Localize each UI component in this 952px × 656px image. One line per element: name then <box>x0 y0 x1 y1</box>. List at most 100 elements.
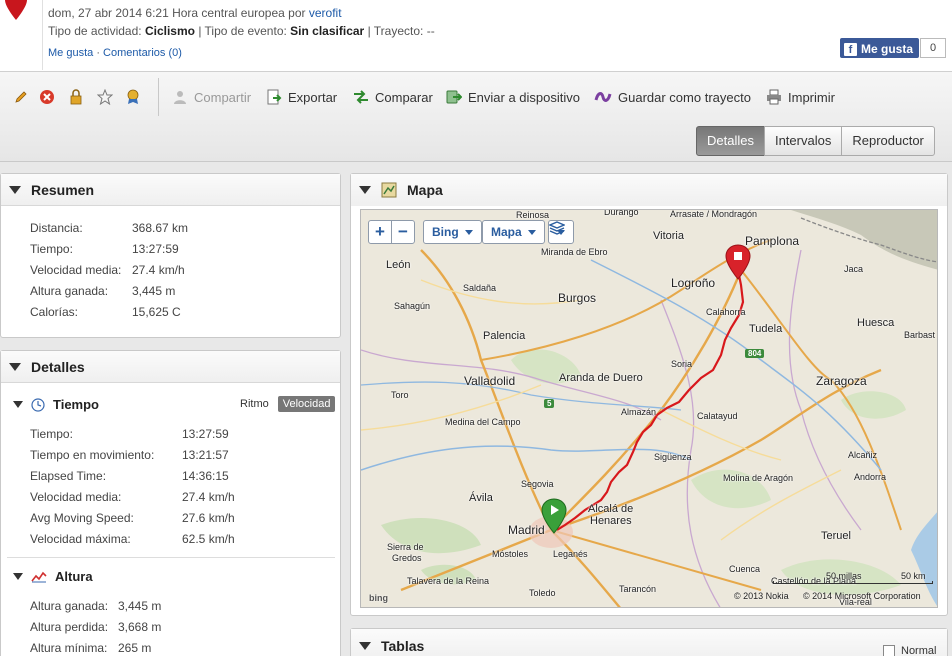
user-link[interactable]: verofit <box>309 6 342 20</box>
summary-label: Altura ganada: <box>30 284 109 298</box>
elevation-label: Altura mínima: <box>30 641 108 655</box>
activity-date: dom, 27 abr 2014 6:21 Hora central europ… <box>48 6 306 20</box>
delete-icon[interactable] <box>38 88 56 106</box>
details-header[interactable]: Detalles <box>1 351 340 383</box>
clock-icon <box>31 397 45 412</box>
summary-label: Calorías: <box>30 305 79 319</box>
summary-value: 368.67 km <box>132 221 189 235</box>
zoom-in-button[interactable]: + <box>369 221 391 243</box>
city-label: León <box>386 259 411 271</box>
elevation-section-title: Altura <box>55 569 93 584</box>
collapse-triangle-icon <box>13 573 23 580</box>
route-label: | Trayecto: -- <box>367 24 435 38</box>
city-label: Medina del Campo <box>445 417 521 427</box>
badge-icon[interactable] <box>124 88 142 106</box>
export-label: Exportar <box>288 89 338 105</box>
activity-date-line: dom, 27 abr 2014 6:21 Hora central europ… <box>48 6 342 20</box>
send-device-icon <box>446 90 462 104</box>
details-panel: Detalles Tiempo Ritmo Velocidad Tiempo: … <box>0 350 341 656</box>
time-label: Velocidad máxima: <box>30 532 131 546</box>
tab-intervalos[interactable]: Intervalos <box>763 126 843 156</box>
elevation-value: 3,445 m <box>118 599 162 613</box>
summary-label: Tiempo: <box>30 242 73 256</box>
scale-km-label: 50 km <box>901 571 926 581</box>
time-label: Tiempo en movimiento: <box>30 448 155 462</box>
save-as-route-button[interactable]: Guardar como trayecto <box>594 88 751 106</box>
copyright-microsoft: © 2014 Microsoft Corporation <box>803 591 921 601</box>
summary-panel: Resumen Distancia: 368.67 km Tiempo: 13:… <box>0 173 341 338</box>
scale-miles-label: 50 millas <box>826 571 862 581</box>
tab-detalles[interactable]: Detalles <box>696 126 765 156</box>
export-button[interactable]: Exportar <box>266 88 337 106</box>
time-section-header[interactable]: Tiempo <box>13 397 99 412</box>
elevation-section-header[interactable]: Altura <box>13 569 93 584</box>
city-label: Durango <box>604 209 639 217</box>
share-button[interactable]: Compartir <box>172 88 251 106</box>
zoom-control: + − <box>368 220 415 244</box>
city-label: Aranda de Duero <box>559 372 643 384</box>
like-link[interactable]: Me gusta <box>48 47 93 59</box>
city-label: Ávila <box>469 492 493 504</box>
map-header[interactable]: Mapa <box>351 174 947 206</box>
summary-value: 15,625 C <box>132 305 181 319</box>
view-label: Mapa <box>491 225 522 239</box>
time-label: Tiempo: <box>30 427 73 441</box>
provider-dropdown[interactable]: Bing <box>423 220 482 244</box>
normal-checkbox[interactable] <box>883 645 895 656</box>
share-icon <box>174 91 186 104</box>
facebook-icon: f <box>844 42 857 56</box>
tables-title: Tablas <box>381 638 425 654</box>
time-label: Avg Moving Speed: <box>30 511 134 525</box>
lock-icon[interactable] <box>67 88 85 106</box>
pace-speed-toggle: Ritmo Velocidad <box>235 396 336 412</box>
send-to-device-button[interactable]: Enviar a dispositivo <box>446 88 580 106</box>
layers-dropdown[interactable] <box>548 220 574 244</box>
city-label: Palencia <box>483 330 526 342</box>
facebook-like-button[interactable]: f Me gusta <box>840 38 920 58</box>
pace-toggle[interactable]: Ritmo <box>235 396 274 412</box>
star-icon[interactable] <box>96 88 114 106</box>
city-label: Toro <box>391 390 409 400</box>
map-icon <box>381 182 397 198</box>
tab-reproductor[interactable]: Reproductor <box>841 126 935 156</box>
compare-label: Comparar <box>375 89 433 105</box>
edit-pencil-icon[interactable] <box>12 88 30 106</box>
city-label: Tudela <box>749 323 783 335</box>
city-label: Burgos <box>558 291 597 305</box>
comments-link[interactable]: Comentarios (0) <box>103 47 182 59</box>
event-type-value: Sin clasificar <box>290 24 365 38</box>
city-label: Miranda de Ebro <box>541 247 608 257</box>
zoom-out-button[interactable]: − <box>392 221 414 243</box>
city-label: Vitoria <box>653 230 684 242</box>
city-label: Zaragoza <box>816 374 867 388</box>
summary-value: 27.4 km/h <box>132 263 185 277</box>
city-label: Sahagún <box>394 301 431 311</box>
tables-header[interactable]: Tablas <box>351 629 947 656</box>
city-label: Madrid <box>508 523 545 537</box>
map-title: Mapa <box>407 182 443 198</box>
send-to-device-label: Enviar a dispositivo <box>468 89 580 105</box>
time-value: 27.4 km/h <box>182 490 235 504</box>
city-label: Soria <box>671 359 693 369</box>
summary-header[interactable]: Resumen <box>1 174 340 206</box>
speed-toggle[interactable]: Velocidad <box>277 396 336 412</box>
toolbar-divider <box>158 78 159 116</box>
compare-button[interactable]: Comparar <box>353 88 433 106</box>
city-label: Saldaña <box>463 283 497 293</box>
activity-toolbar: Compartir Exportar Comparar Enviar a dis… <box>0 72 952 162</box>
details-title: Detalles <box>31 358 85 375</box>
print-button[interactable]: Imprimir <box>766 88 835 106</box>
road-sign-804: 804 <box>745 349 765 358</box>
collapse-triangle-icon <box>9 362 21 371</box>
provider-label: Bing <box>432 225 459 239</box>
time-value: 27.6 km/h <box>182 511 235 525</box>
time-label: Velocidad media: <box>30 490 122 504</box>
elevation-value: 265 m <box>118 641 152 655</box>
view-dropdown[interactable]: Mapa <box>482 220 545 244</box>
normal-checkbox-row[interactable]: Normal <box>883 645 936 656</box>
collapse-triangle-icon <box>359 186 371 194</box>
end-marker-icon[interactable] <box>725 244 751 280</box>
route-map[interactable]: + − Bing Mapa 5 804 Durango Arrasate / M… <box>360 209 938 608</box>
layers-icon <box>549 221 565 235</box>
city-label: Móstoles <box>492 549 529 559</box>
